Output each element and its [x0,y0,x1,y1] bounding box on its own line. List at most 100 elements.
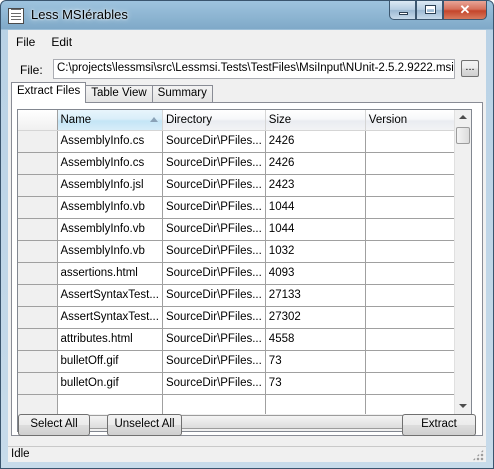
table-row[interactable]: assertions.html SourceDir\PFiles... 4093 [18,262,466,285]
table-row[interactable]: AssertSyntaxTest... SourceDir\PFiles... 27… [18,306,466,329]
row-header[interactable] [18,306,58,329]
cell-size[interactable]: 73 [265,350,366,373]
cell-directory[interactable]: SourceDir\PFiles... [162,350,266,373]
row-header[interactable] [18,328,58,351]
cell-version[interactable] [365,372,466,395]
cell-version[interactable] [365,350,466,373]
row-header[interactable] [18,262,58,285]
row-header[interactable] [18,174,58,197]
cell-name[interactable]: AssemblyInfo.vb [57,240,163,263]
table-row[interactable]: bulletOn.gif SourceDir\PFiles... 73 [18,372,466,395]
cell-name[interactable]: AssemblyInfo.cs [57,152,163,175]
column-header-name[interactable]: Name [57,110,163,131]
cell-size[interactable]: 73 [265,372,366,395]
menu-file[interactable]: File [8,32,43,54]
table-row[interactable] [18,394,466,417]
cell-directory[interactable]: SourceDir\PFiles... [162,196,266,219]
cell-size[interactable]: 1044 [265,218,366,241]
cell-version[interactable] [365,240,466,263]
cell-name[interactable]: bulletOff.gif [57,350,163,373]
extract-button[interactable]: Extract [402,414,476,436]
cell-size[interactable]: 4558 [265,328,366,351]
row-header[interactable] [18,130,58,153]
cell-version[interactable] [365,174,466,197]
unselect-all-button[interactable]: Unselect All [107,414,182,436]
cell-name[interactable]: AssemblyInfo.jsl [57,174,163,197]
cell-directory[interactable]: SourceDir\PFiles... [162,262,266,285]
row-header[interactable] [18,196,58,219]
table-row[interactable]: AssertSyntaxTest... SourceDir\PFiles... 27… [18,284,466,307]
cell-directory[interactable] [162,394,266,417]
horizontal-scroll-thumb[interactable] [35,415,437,429]
cell-name[interactable]: AssemblyInfo.vb [57,218,163,241]
minimize-button[interactable] [389,1,416,20]
cell-directory[interactable]: SourceDir\PFiles... [162,328,266,351]
cell-directory[interactable]: SourceDir\PFiles... [162,218,266,241]
cell-version[interactable] [365,284,466,307]
close-button[interactable]: ✕ [443,1,487,20]
cell-directory[interactable]: SourceDir\PFiles... [162,174,266,197]
cell-name[interactable]: AssemblyInfo.vb [57,196,163,219]
cell-name[interactable] [57,394,163,417]
row-header[interactable] [18,350,58,373]
table-row[interactable]: attributes.html SourceDir\PFiles... 4558 [18,328,466,351]
cell-version[interactable] [365,394,466,417]
column-header-version[interactable]: Version [365,110,466,131]
file-path-input[interactable]: C:\projects\lessmsi\src\Lessmsi.Tests\Te… [53,59,455,79]
cell-size[interactable]: 27302 [265,306,366,329]
browse-button[interactable]: ... [461,60,479,77]
table-row[interactable]: AssemblyInfo.vb SourceDir\PFiles... 1032 [18,240,466,263]
cell-name[interactable]: bulletOn.gif [57,372,163,395]
row-header[interactable] [18,152,58,175]
table-row[interactable]: AssemblyInfo.vb SourceDir\PFiles... 1044 [18,218,466,241]
scroll-up-icon[interactable] [459,115,467,119]
cell-directory[interactable]: SourceDir\PFiles... [162,306,266,329]
cell-version[interactable] [365,130,466,153]
cell-directory[interactable]: SourceDir\PFiles... [162,130,266,153]
cell-size[interactable]: 1044 [265,196,366,219]
cell-size[interactable]: 2423 [265,174,366,197]
cell-name[interactable]: AssemblyInfo.cs [57,130,163,153]
table-row[interactable]: AssemblyInfo.jsl SourceDir\PFiles... 2423 [18,174,466,197]
row-header[interactable] [18,372,58,395]
cell-directory[interactable]: SourceDir\PFiles... [162,240,266,263]
select-all-button[interactable]: Select All [18,414,90,436]
tab-extract-files[interactable]: Extract Files [11,82,87,103]
row-header[interactable] [18,240,58,263]
vertical-scroll-thumb[interactable] [456,127,470,144]
cell-version[interactable] [365,152,466,175]
column-header-directory[interactable]: Directory [162,110,266,131]
table-row[interactable]: AssemblyInfo.cs SourceDir\PFiles... 2426 [18,152,466,175]
cell-size[interactable]: 1032 [265,240,366,263]
cell-directory[interactable]: SourceDir\PFiles... [162,372,266,395]
cell-size[interactable]: 27133 [265,284,366,307]
cell-size[interactable]: 2426 [265,152,366,175]
scroll-down-icon[interactable] [459,404,467,408]
cell-size[interactable]: 2426 [265,130,366,153]
cell-name[interactable]: AssertSyntaxTest... [57,284,163,307]
cell-version[interactable] [365,328,466,351]
cell-version[interactable] [365,262,466,285]
header-corner[interactable] [18,110,58,131]
cell-name[interactable]: assertions.html [57,262,163,285]
cell-version[interactable] [365,306,466,329]
tab-table-view[interactable]: Table View [85,85,153,103]
cell-size[interactable] [265,394,366,417]
cell-directory[interactable]: SourceDir\PFiles... [162,284,266,307]
vertical-scrollbar[interactable] [454,110,471,414]
cell-name[interactable]: AssertSyntaxTest... [57,306,163,329]
resize-grip-icon[interactable] [472,449,484,461]
maximize-button[interactable] [416,1,443,20]
tab-summary[interactable]: Summary [151,85,213,103]
row-header[interactable] [18,394,58,417]
cell-size[interactable]: 4093 [265,262,366,285]
title-bar[interactable]: Less MSIérables ✕ [1,1,493,29]
cell-version[interactable] [365,218,466,241]
table-row[interactable]: AssemblyInfo.vb SourceDir\PFiles... 1044 [18,196,466,219]
table-row[interactable]: bulletOff.gif SourceDir\PFiles... 73 [18,350,466,373]
cell-version[interactable] [365,196,466,219]
table-row[interactable]: AssemblyInfo.cs SourceDir\PFiles... 2426 [18,130,466,153]
cell-directory[interactable]: SourceDir\PFiles... [162,152,266,175]
menu-edit[interactable]: Edit [43,32,80,54]
cell-name[interactable]: attributes.html [57,328,163,351]
